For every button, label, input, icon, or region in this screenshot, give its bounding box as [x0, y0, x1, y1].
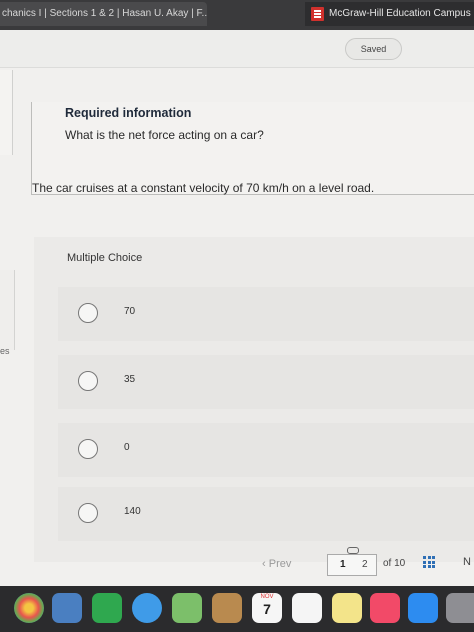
music-icon[interactable]: [370, 593, 400, 623]
page-count-label: of 10: [383, 558, 406, 569]
required-info-title: Required information: [65, 106, 192, 120]
notes-icon[interactable]: [332, 593, 362, 623]
choice-option[interactable]: 0: [58, 423, 474, 477]
left-side-panel-lower[interactable]: [0, 270, 15, 350]
saved-status-badge: Saved: [345, 38, 402, 60]
multiple-choice-label: Multiple Choice: [67, 252, 143, 264]
required-info-question: What is the net force acting on a car?: [65, 128, 264, 142]
prev-button[interactable]: ‹ Prev: [262, 558, 291, 570]
settings-icon[interactable]: [446, 593, 474, 623]
left-side-panel[interactable]: [0, 70, 13, 155]
page-selector[interactable]: 1 2: [327, 554, 377, 576]
photos-icon[interactable]: [14, 593, 44, 623]
link-icon: [347, 547, 359, 554]
chevron-left-icon: ‹: [262, 558, 266, 570]
radio-button[interactable]: [78, 439, 98, 459]
appstore-icon[interactable]: [408, 593, 438, 623]
calendar-icon[interactable]: NOV 7: [252, 593, 282, 623]
choice-option-label: 0: [124, 442, 130, 453]
radio-button[interactable]: [78, 303, 98, 323]
tab-course[interactable]: chanics I | Sections 1 & 2 | Hasan U. Ak…: [0, 2, 207, 26]
choice-option-label: 70: [124, 306, 136, 317]
browser-tab-bar: chanics I | Sections 1 & 2 | Hasan U. Ak…: [0, 0, 474, 30]
multiple-choice-panel: Multiple Choice 70 35 0 140: [34, 237, 474, 562]
next-page-number[interactable]: 2: [362, 559, 368, 570]
facetime-icon[interactable]: [92, 593, 122, 623]
next-button[interactable]: N: [463, 556, 471, 568]
problem-statement: The car cruises at a constant velocity o…: [32, 181, 375, 195]
preview-icon[interactable]: [52, 593, 82, 623]
calendar-month: NOV: [260, 594, 274, 600]
left-edge-peek-text: es: [0, 346, 10, 356]
radio-button[interactable]: [78, 371, 98, 391]
radio-button[interactable]: [78, 503, 98, 523]
choice-option-label: 35: [124, 374, 136, 385]
prev-label: Prev: [268, 558, 292, 570]
choice-option-label: 140: [124, 506, 141, 517]
choice-option[interactable]: 70: [58, 287, 474, 341]
tab-mcgraw-hill[interactable]: McGraw-Hill Education Campus: [305, 2, 474, 26]
current-page-number: 1: [340, 559, 346, 570]
tab-mcgraw-hill-label: McGraw-Hill Education Campus: [329, 8, 471, 19]
contacts-icon[interactable]: [212, 593, 242, 623]
dock: NOV 7: [0, 586, 474, 632]
choice-option[interactable]: 35: [58, 355, 474, 409]
maps-icon[interactable]: [172, 593, 202, 623]
messages-icon[interactable]: [132, 593, 162, 623]
choice-option[interactable]: 140: [58, 487, 474, 541]
calendar-day: 7: [263, 601, 271, 617]
reminders-icon[interactable]: [292, 593, 322, 623]
grid-view-icon[interactable]: [423, 556, 435, 568]
mcgraw-hill-logo-icon: [311, 7, 324, 21]
assignment-page: Saved Required information What is the n…: [0, 30, 474, 586]
assignment-header: Saved: [0, 30, 474, 68]
question-navigation: ‹ Prev 1 2 of 10 N: [0, 547, 474, 586]
